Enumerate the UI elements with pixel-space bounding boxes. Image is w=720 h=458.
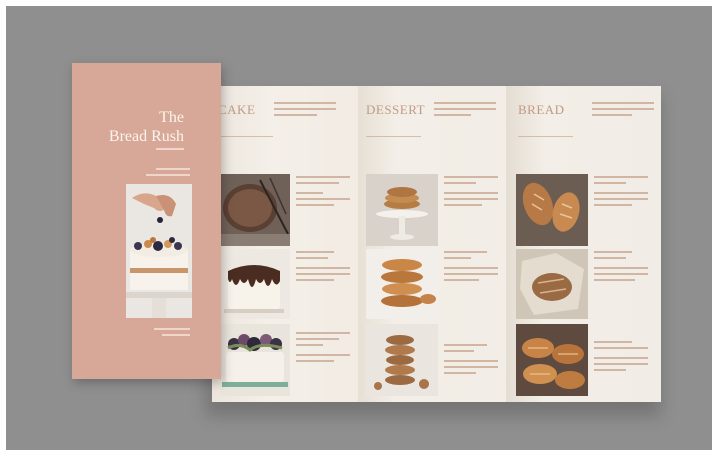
cookie-stack-photo <box>366 249 438 319</box>
menu-item-text <box>296 176 350 210</box>
cake-intro-text <box>274 102 336 120</box>
cover-footer-text <box>154 328 190 330</box>
cake-divider <box>218 136 273 137</box>
bread-loaves-photo <box>516 174 588 246</box>
cover-tagline <box>156 168 190 170</box>
menu-item-text <box>594 341 648 375</box>
bread-heading: BREAD <box>518 102 565 117</box>
cover-subtitle <box>156 148 184 150</box>
drip-cake-photo <box>220 249 290 319</box>
menu-item-text <box>296 251 350 285</box>
brand-title: The Bread Rush <box>88 108 184 146</box>
mockup-background: CAKE DESSERT BREAD The Bread Rush <box>6 6 712 450</box>
menu-item-text <box>444 344 498 378</box>
menu-item-text <box>296 332 350 366</box>
cake-heading: CAKE <box>218 102 256 117</box>
menu-item-text <box>444 251 498 285</box>
menu-item-text <box>594 176 648 210</box>
cookie-tower-photo <box>366 324 438 396</box>
menu-item-text <box>594 251 648 285</box>
bread-in-paper-photo <box>516 249 588 319</box>
dessert-heading: DESSERT <box>366 102 426 117</box>
chocolate-cake-photo <box>220 174 290 246</box>
brand-title-line2: Bread Rush <box>108 128 184 145</box>
cookie-stand-photo <box>366 174 438 246</box>
cover-cake-photo <box>126 184 192 318</box>
bread-intro-text <box>592 102 654 120</box>
cover-tagline <box>146 174 190 176</box>
bread-divider <box>518 136 573 137</box>
brand-title-line1: The <box>159 109 184 126</box>
berry-cake-photo <box>220 324 290 396</box>
dessert-divider <box>366 136 421 137</box>
menu-item-text <box>444 176 498 210</box>
croissants-photo <box>516 324 588 396</box>
cover-footer-text <box>162 334 190 336</box>
dessert-intro-text <box>434 102 496 120</box>
